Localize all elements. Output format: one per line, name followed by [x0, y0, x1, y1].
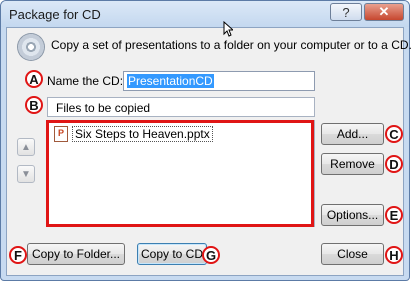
copy-to-cd-button[interactable]: Copy to CD	[137, 243, 207, 265]
arrow-up-icon: ▲	[21, 141, 31, 153]
annotation-badge-d: D	[385, 155, 403, 173]
close-icon: ✕	[378, 4, 390, 19]
list-item[interactable]: P Six Steps to Heaven.pptx	[54, 126, 213, 142]
title-bar[interactable]: Package for CD ? ✕	[1, 1, 409, 27]
cd-icon	[17, 33, 45, 61]
cd-name-value: PresentationCD	[127, 74, 214, 88]
files-list-header: Files to be copied	[47, 97, 315, 117]
options-button[interactable]: Options...	[321, 204, 384, 226]
name-the-cd-label: Name the CD:	[47, 74, 124, 88]
dialog-body: Copy a set of presentations to a folder …	[6, 27, 412, 276]
window-title: Package for CD	[9, 7, 101, 22]
move-up-button[interactable]: ▲	[17, 138, 35, 156]
help-icon: ?	[342, 4, 350, 20]
add-button[interactable]: Add...	[321, 123, 384, 145]
annotation-badge-c: C	[385, 125, 403, 143]
arrow-down-icon: ▼	[21, 168, 31, 180]
help-button[interactable]: ?	[330, 3, 362, 21]
package-for-cd-dialog: Package for CD ? ✕ Copy a set of present…	[0, 0, 412, 281]
move-down-button[interactable]: ▼	[17, 165, 35, 183]
description-text: Copy a set of presentations to a folder …	[51, 38, 412, 52]
mouse-cursor-icon	[223, 21, 233, 37]
cd-name-input[interactable]: PresentationCD	[123, 71, 315, 91]
files-header-label: Files to be copied	[56, 101, 151, 115]
file-name: Six Steps to Heaven.pptx	[72, 126, 213, 142]
annotation-badge-b: B	[25, 96, 43, 114]
annotation-badge-g: G	[202, 246, 220, 264]
annotation-badge-e: E	[385, 206, 403, 224]
close-button[interactable]: Close	[321, 243, 384, 265]
annotation-badge-a: A	[25, 70, 43, 88]
remove-button[interactable]: Remove	[321, 153, 384, 175]
annotation-badge-f: F	[9, 246, 27, 264]
files-list[interactable]: P Six Steps to Heaven.pptx	[47, 120, 315, 227]
powerpoint-file-icon: P	[54, 126, 68, 142]
annotation-badge-h: H	[385, 246, 403, 264]
window-close-button[interactable]: ✕	[364, 3, 404, 21]
copy-to-folder-button[interactable]: Copy to Folder...	[27, 243, 125, 265]
